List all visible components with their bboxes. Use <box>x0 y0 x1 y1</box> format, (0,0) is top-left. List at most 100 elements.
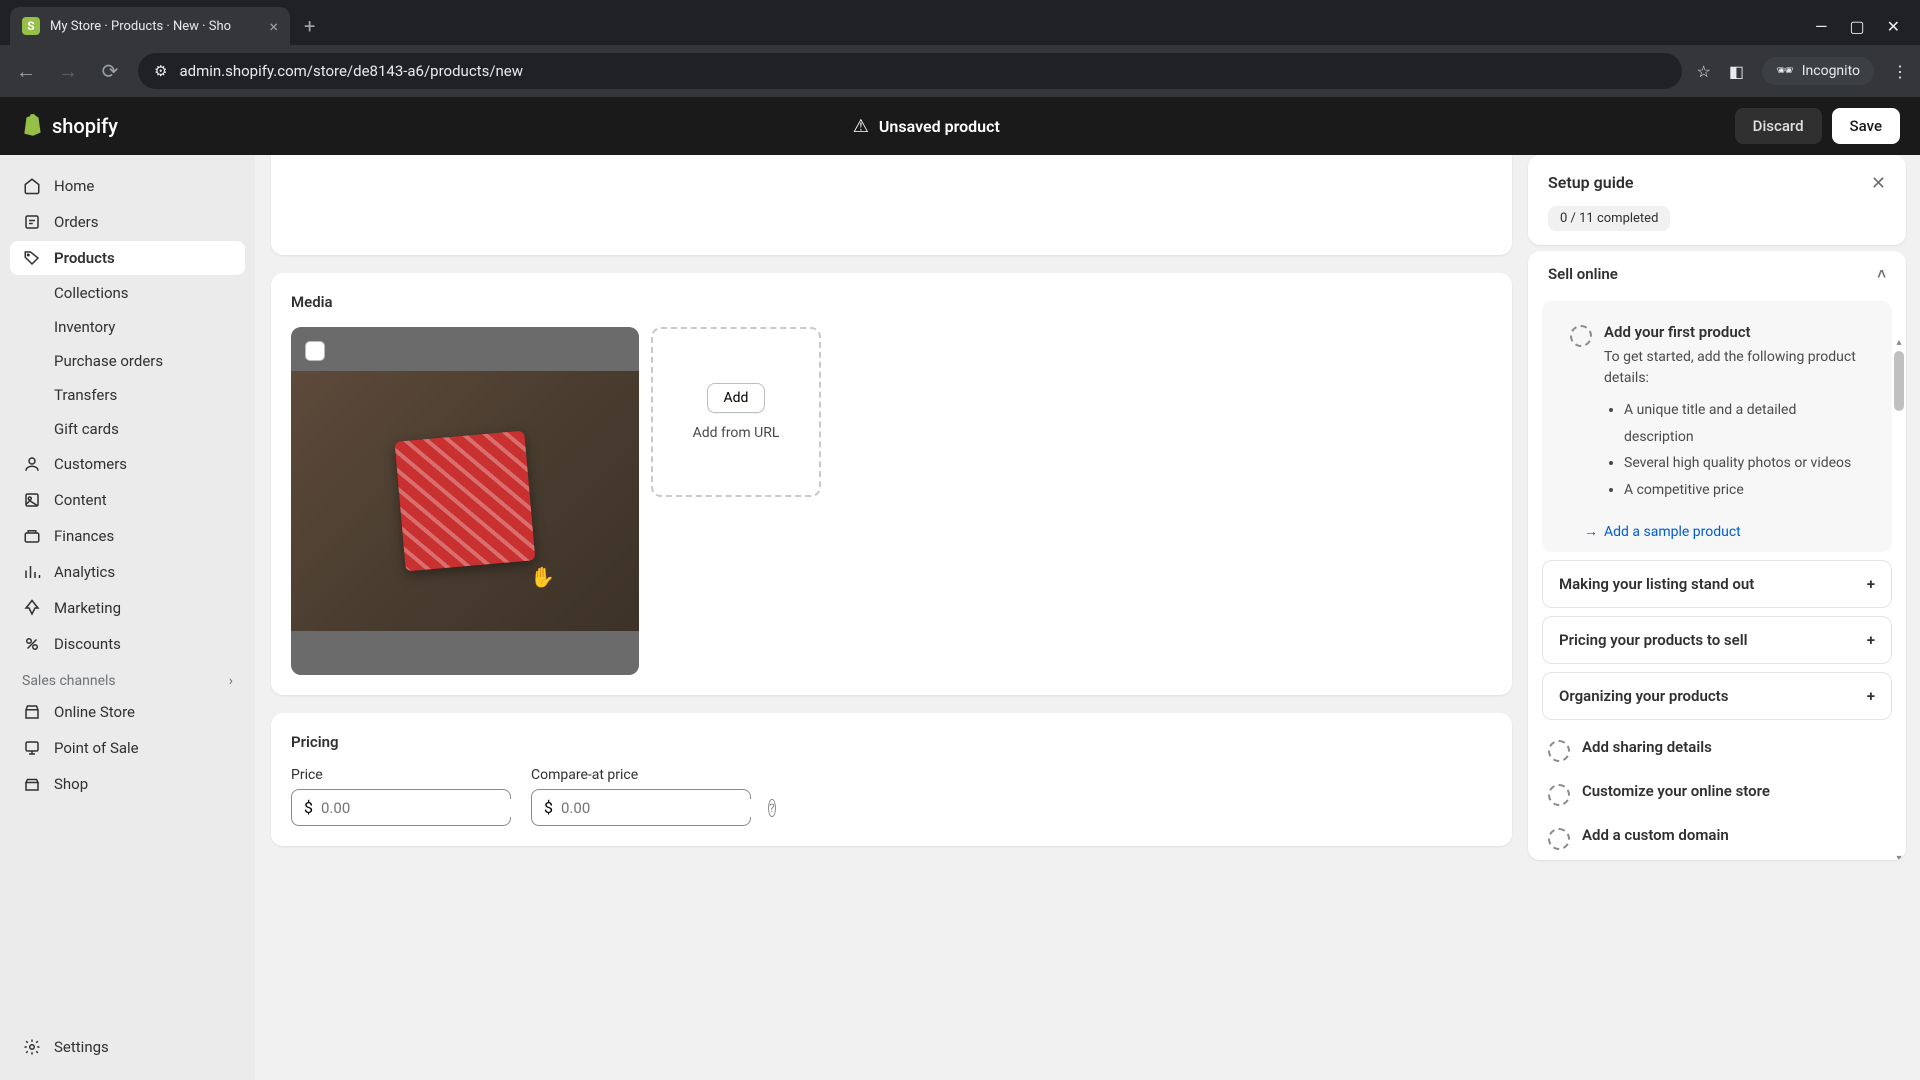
plus-icon: + <box>1867 631 1875 649</box>
making-stand-out-item[interactable]: Making your listing stand out + <box>1542 560 1892 608</box>
chevron-up-icon: ˄ <box>1877 265 1886 283</box>
price-label: Price <box>291 767 511 783</box>
price-input-wrapper[interactable]: $ <box>291 789 511 826</box>
scrollbar-thumb[interactable] <box>1894 351 1904 411</box>
scroll-down-icon[interactable]: ▾ <box>1894 853 1904 860</box>
incognito-icon: 🕶 <box>1776 63 1794 79</box>
close-tab-icon[interactable]: × <box>269 17 278 36</box>
close-setup-icon[interactable]: ✕ <box>1871 173 1886 194</box>
shop-icon <box>22 774 42 794</box>
custom-domain-item[interactable]: Add a custom domain <box>1528 816 1906 860</box>
first-product-item[interactable]: Add your first product To get started, a… <box>1542 301 1892 552</box>
media-checkbox[interactable] <box>305 341 325 361</box>
nav-label: Gift cards <box>54 420 119 438</box>
add-media-button[interactable]: Add <box>707 383 766 413</box>
nav-label: Online Store <box>54 703 135 721</box>
price-input[interactable] <box>321 799 520 817</box>
site-settings-icon[interactable]: ⚙ <box>154 62 167 80</box>
nav-home[interactable]: Home <box>10 169 245 203</box>
finances-icon <box>22 526 42 546</box>
nav-label: Products <box>54 249 115 267</box>
media-add-dropzone[interactable]: Add Add from URL <box>651 327 821 497</box>
nav-label: Customers <box>54 455 127 473</box>
nav-finances[interactable]: Finances <box>10 519 245 553</box>
setup-scrollbar[interactable]: ▴ ▾ <box>1894 351 1904 850</box>
nav-purchase-orders[interactable]: Purchase orders <box>10 345 245 377</box>
url-input[interactable]: ⚙ admin.shopify.com/store/de8143-a6/prod… <box>138 53 1682 89</box>
browser-tab[interactable]: S My Store · Products · New · Sho × <box>10 7 290 45</box>
step-incomplete-icon <box>1548 828 1570 850</box>
discounts-icon <box>22 634 42 654</box>
nav-label: Orders <box>54 213 99 231</box>
media-thumbnail[interactable] <box>291 327 639 675</box>
sales-channels-header[interactable]: Sales channels› <box>10 663 245 695</box>
shopify-logo[interactable]: shopify <box>20 113 118 139</box>
pricing-products-item[interactable]: Pricing your products to sell + <box>1542 616 1892 664</box>
pricing-title: Pricing <box>291 733 1492 751</box>
nav-gift-cards[interactable]: Gift cards <box>10 413 245 445</box>
incognito-badge[interactable]: 🕶 Incognito <box>1762 57 1874 85</box>
side-panel-icon[interactable]: ◧ <box>1729 62 1744 81</box>
discard-button[interactable]: Discard <box>1735 108 1822 144</box>
new-tab-button[interactable]: + <box>290 7 329 45</box>
nav-analytics[interactable]: Analytics <box>10 555 245 589</box>
nav-products[interactable]: Products <box>10 241 245 275</box>
compare-price-input[interactable] <box>561 799 760 817</box>
nav-customers[interactable]: Customers <box>10 447 245 481</box>
sharing-details-item[interactable]: Add sharing details <box>1528 728 1906 772</box>
nav-label: Inventory <box>54 318 115 336</box>
settings-icon <box>22 1037 42 1057</box>
add-from-url-link[interactable]: Add from URL <box>693 425 780 441</box>
item-label: Pricing your products to sell <box>1559 631 1748 649</box>
sidebar: Home Orders Products Collections Invento… <box>0 155 255 1080</box>
nav-transfers[interactable]: Transfers <box>10 379 245 411</box>
bullet-item: A unique title and a detailed descriptio… <box>1624 397 1864 450</box>
pos-icon <box>22 738 42 758</box>
compare-price-input-wrapper[interactable]: $ ? <box>531 789 751 826</box>
nav-settings[interactable]: Settings <box>10 1030 245 1064</box>
nav-label: Transfers <box>54 386 117 404</box>
compare-price-label: Compare-at price <box>531 767 751 783</box>
marketing-icon <box>22 598 42 618</box>
tab-title: My Store · Products · New · Sho <box>50 19 231 34</box>
step-incomplete-icon <box>1570 325 1592 347</box>
analytics-icon <box>22 562 42 582</box>
step-incomplete-icon <box>1548 784 1570 806</box>
nav-inventory[interactable]: Inventory <box>10 311 245 343</box>
section-label: Sell online <box>1548 265 1618 283</box>
media-title: Media <box>291 293 1492 311</box>
nav-label: Analytics <box>54 563 115 581</box>
nav-collections[interactable]: Collections <box>10 277 245 309</box>
nav-orders[interactable]: Orders <box>10 205 245 239</box>
nav-discounts[interactable]: Discounts <box>10 627 245 661</box>
save-button[interactable]: Save <box>1832 108 1900 144</box>
nav-label: Home <box>54 177 94 195</box>
store-icon <box>22 702 42 722</box>
nav-content[interactable]: Content <box>10 483 245 517</box>
content-icon <box>22 490 42 510</box>
maximize-icon[interactable]: ▢ <box>1849 17 1864 36</box>
minimize-icon[interactable]: — <box>1815 17 1828 36</box>
nav-label: Content <box>54 491 107 509</box>
media-preview-image <box>291 371 639 631</box>
nav-label: Discounts <box>54 635 121 653</box>
organizing-products-item[interactable]: Organizing your products + <box>1542 672 1892 720</box>
setup-guide-panel: Sell online ˄ Add your first product To … <box>1528 251 1906 860</box>
nav-point-of-sale[interactable]: Point of Sale <box>10 731 245 765</box>
close-window-icon[interactable]: ✕ <box>1887 17 1900 36</box>
nav-shop[interactable]: Shop <box>10 767 245 801</box>
add-sample-product-link[interactable]: → Add a sample product <box>1584 523 1884 540</box>
customize-store-item[interactable]: Customize your online store <box>1528 772 1906 816</box>
menu-icon[interactable]: ⋮ <box>1892 62 1908 81</box>
nav-marketing[interactable]: Marketing <box>10 591 245 625</box>
back-icon[interactable]: ← <box>12 59 40 84</box>
forward-icon[interactable]: → <box>54 59 82 84</box>
currency-symbol: $ <box>304 798 313 817</box>
scroll-up-icon[interactable]: ▴ <box>1894 337 1904 348</box>
bookmark-icon[interactable]: ☆ <box>1696 62 1710 81</box>
nav-label: Purchase orders <box>54 352 163 370</box>
reload-icon[interactable]: ⟳ <box>96 59 124 83</box>
help-icon[interactable]: ? <box>768 799 776 817</box>
nav-online-store[interactable]: Online Store <box>10 695 245 729</box>
sell-online-section[interactable]: Sell online ˄ <box>1528 251 1906 297</box>
